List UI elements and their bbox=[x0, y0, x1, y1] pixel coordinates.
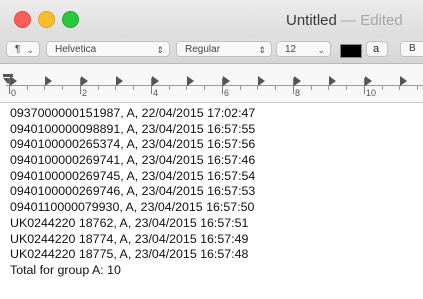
text-line: 0937000000151987, A, 22/04/2015 17:02:47 bbox=[10, 106, 256, 120]
tab-stop-marker[interactable] bbox=[400, 76, 407, 86]
ruler-minor-tick bbox=[257, 86, 258, 90]
ruler-number: 6 bbox=[224, 88, 230, 98]
ruler-minor-tick bbox=[169, 86, 170, 90]
chevron-down-icon: ⌄ bbox=[317, 45, 325, 55]
window-title: Untitled — Edited bbox=[286, 12, 403, 29]
ruler-minor-tick bbox=[44, 86, 45, 90]
tab-stop-marker[interactable] bbox=[187, 76, 194, 86]
ruler-minor-tick bbox=[399, 86, 400, 90]
ruler-minor-tick bbox=[417, 86, 418, 90]
close-button[interactable] bbox=[14, 11, 31, 28]
window-title-edited-status: — Edited bbox=[341, 12, 403, 29]
window-title-name: Untitled bbox=[286, 12, 337, 29]
ruler-minor-tick bbox=[133, 86, 134, 90]
paragraph-style-dropdown[interactable]: ¶ ⌄ bbox=[6, 41, 40, 57]
tab-stop-marker[interactable] bbox=[45, 76, 52, 86]
ruler-minor-tick bbox=[328, 86, 329, 90]
ruler-minor-tick bbox=[240, 86, 241, 90]
ruler-minor-tick bbox=[62, 86, 63, 90]
font-size-value: 12 bbox=[285, 44, 297, 55]
chevron-down-icon: ⌄ bbox=[26, 45, 34, 55]
tab-stop-marker[interactable] bbox=[329, 76, 336, 86]
chevron-updown-icon: ⇕ bbox=[258, 45, 266, 55]
text-line: 0940100000265374, A, 23/04/2015 16:57:56 bbox=[10, 137, 256, 152]
tab-stop-marker[interactable] bbox=[258, 76, 265, 86]
ruler-minor-tick bbox=[186, 86, 187, 90]
ruler-number: 2 bbox=[82, 88, 88, 98]
text-line: UK0244220 18775, A, 23/04/2015 16:57:48 bbox=[10, 247, 249, 262]
bold-button[interactable]: B bbox=[400, 41, 423, 57]
text-line: UK0244220 18774, A, 23/04/2015 16:57:49 bbox=[10, 231, 249, 246]
tab-stop-marker[interactable] bbox=[223, 76, 230, 86]
ruler-minor-tick bbox=[204, 86, 205, 90]
chevron-updown-icon: ⇕ bbox=[156, 45, 164, 55]
text-line: 0940110000079930, A, 23/04/2015 16:57:50 bbox=[10, 200, 255, 215]
document-text-area[interactable]: 0937000000151987, A, 22/04/2015 17:02:47… bbox=[10, 106, 420, 279]
ruler-minor-tick bbox=[311, 86, 312, 90]
highlight-label: a bbox=[373, 43, 380, 55]
ruler-number: 0 bbox=[11, 88, 17, 98]
format-toolbar: ¶ ⌄ Helvetica ⇕ Regular ⇕ 12 ⌄ a B bbox=[0, 38, 423, 64]
ruler-number: 10 bbox=[366, 88, 377, 98]
font-size-combo[interactable]: 12 ⌄ bbox=[276, 41, 331, 57]
tab-stop-marker[interactable] bbox=[365, 76, 372, 86]
text-line: UK0244220 18762, A, 23/04/2015 16:57:51 bbox=[10, 215, 249, 230]
tab-stop-marker[interactable] bbox=[294, 76, 301, 86]
ruler-baseline bbox=[6, 85, 423, 86]
ruler-minor-tick bbox=[115, 86, 116, 90]
ruler-minor-tick bbox=[346, 86, 347, 90]
tab-stop-marker[interactable] bbox=[152, 76, 159, 86]
font-family-select[interactable]: Helvetica ⇕ bbox=[46, 41, 170, 57]
paragraph-icon: ¶ bbox=[15, 44, 21, 55]
text-line: 0940100000269741, A, 23/04/2015 16:57:46 bbox=[10, 153, 256, 168]
text-color-well[interactable] bbox=[340, 44, 362, 58]
title-bar[interactable]: Untitled — Edited bbox=[0, 0, 423, 38]
font-family-value: Helvetica bbox=[55, 44, 97, 55]
text-line: Total for group A: 10 bbox=[10, 262, 121, 277]
ruler-minor-tick bbox=[27, 86, 28, 90]
highlight-color-button[interactable]: a bbox=[366, 41, 388, 57]
text-line: 0940100000098891, A, 23/04/2015 16:57:55 bbox=[10, 121, 256, 136]
text-line: 0940100000269746, A, 23/04/2015 16:57:53 bbox=[10, 184, 256, 199]
tab-stop-marker[interactable] bbox=[81, 76, 88, 86]
ruler-number: 8 bbox=[295, 88, 301, 98]
tab-stop-marker[interactable] bbox=[116, 76, 123, 86]
minimize-button[interactable] bbox=[38, 11, 55, 28]
font-style-select[interactable]: Regular ⇕ bbox=[176, 41, 272, 57]
text-line: 0940100000269745, A, 23/04/2015 16:57:54 bbox=[10, 168, 256, 183]
text-edit-window: Untitled — Edited ¶ ⌄ Helvetica ⇕ Regula… bbox=[0, 0, 423, 299]
font-style-value: Regular bbox=[185, 44, 221, 55]
ruler-minor-tick bbox=[275, 86, 276, 90]
ruler[interactable]: 0 2 4 6 8 10 bbox=[0, 64, 423, 103]
zoom-button[interactable] bbox=[62, 11, 79, 28]
ruler-minor-tick bbox=[98, 86, 99, 90]
ruler-minor-tick bbox=[382, 86, 383, 90]
tab-stop-marker[interactable] bbox=[10, 76, 17, 86]
ruler-number: 4 bbox=[153, 88, 159, 98]
